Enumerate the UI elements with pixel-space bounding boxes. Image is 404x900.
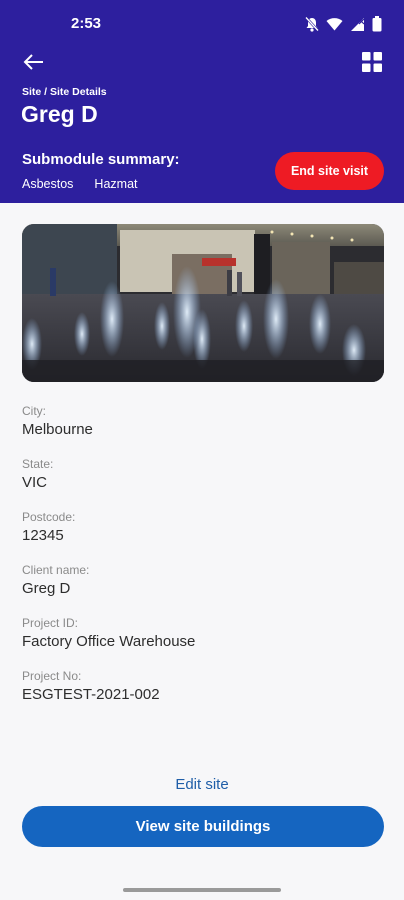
- project-id-value: Factory Office Warehouse: [22, 633, 196, 650]
- submodule-asbestos: Asbestos: [22, 177, 74, 191]
- city-value: Melbourne: [22, 421, 93, 438]
- postcode-field: Postcode: 12345: [22, 510, 75, 544]
- app-header: 2:53 Site / Site Details Greg D Submodul…: [0, 0, 404, 203]
- state-label: State:: [22, 457, 54, 471]
- edit-site-link[interactable]: Edit site: [0, 776, 404, 793]
- signal-icon: [351, 17, 365, 31]
- site-photo: [22, 224, 384, 382]
- project-no-value: ESGTEST-2021-002: [22, 686, 160, 703]
- city-field: City: Melbourne: [22, 404, 93, 438]
- project-no-label: Project No:: [22, 669, 82, 683]
- client-name-field: Client name: Greg D: [22, 563, 89, 597]
- postcode-label: Postcode:: [22, 510, 76, 524]
- project-id-field: Project ID: Factory Office Warehouse: [22, 616, 195, 650]
- status-icons: [305, 15, 382, 33]
- arrow-left-icon[interactable]: [20, 48, 48, 76]
- wifi-icon: [326, 18, 343, 31]
- status-time: 2:53: [71, 15, 102, 32]
- status-bar: 2:53: [0, 0, 404, 46]
- state-field: State: VIC: [22, 457, 53, 491]
- battery-icon: [372, 16, 382, 32]
- submodule-hazmat: Hazmat: [94, 177, 138, 191]
- submodule-list: Asbestos Hazmat: [22, 177, 138, 191]
- home-indicator[interactable]: [123, 888, 281, 892]
- project-no-field: Project No: ESGTEST-2021-002: [22, 669, 160, 703]
- project-id-label: Project ID:: [22, 616, 79, 630]
- breadcrumb: Site / Site Details: [22, 86, 107, 98]
- submodule-summary-title: Submodule summary:: [22, 151, 180, 168]
- client-name-label: Client name:: [22, 563, 90, 577]
- page-title: Greg D: [21, 101, 98, 127]
- end-site-visit-button[interactable]: End site visit: [275, 152, 384, 190]
- state-value: VIC: [22, 474, 48, 491]
- client-name-value: Greg D: [22, 580, 71, 597]
- city-label: City:: [22, 404, 46, 418]
- postcode-value: 12345: [22, 527, 64, 544]
- mute-icon: [305, 16, 319, 32]
- grid-icon[interactable]: [360, 50, 384, 74]
- view-site-buildings-button[interactable]: View site buildings: [22, 806, 384, 847]
